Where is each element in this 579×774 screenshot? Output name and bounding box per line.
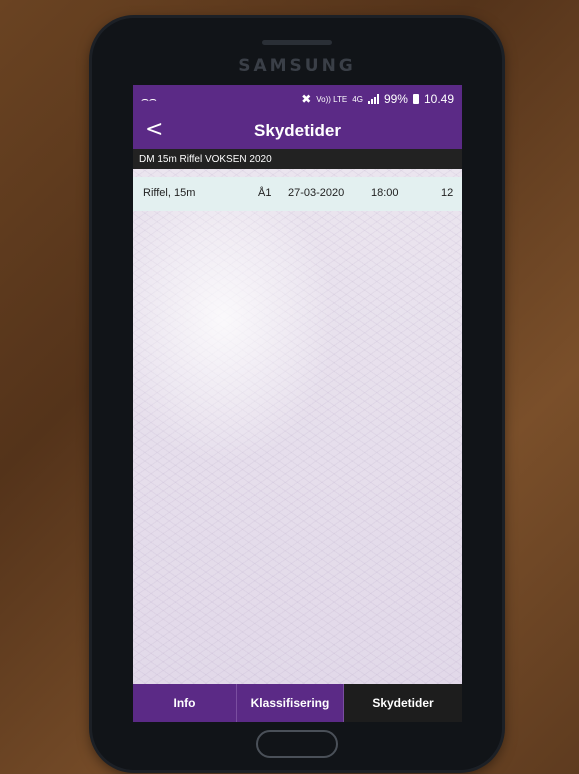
home-button[interactable] xyxy=(256,730,338,758)
app-bar: < Skydetider xyxy=(133,113,462,149)
status-bar: ⌢⌢ ✖ Vo)) LTE 4G 99% 10.49 xyxy=(133,85,462,113)
page-title: Skydetider xyxy=(254,121,341,140)
voicemail-icon: ⌢⌢ xyxy=(141,91,157,106)
mute-icon: ✖ xyxy=(301,92,312,106)
speaker-grille xyxy=(262,40,332,45)
volte-indicator: Vo)) LTE xyxy=(316,94,348,104)
number-cell: 12 xyxy=(441,187,454,199)
class-cell: Å1 xyxy=(258,187,272,199)
schedule-list: Riffel, 15m Å1 27-03-2020 18:00 12 xyxy=(133,169,462,684)
device-brand: SAMSUNG xyxy=(238,56,356,76)
time-cell: 18:00 xyxy=(371,187,399,199)
list-item[interactable]: Riffel, 15m Å1 27-03-2020 18:00 12 xyxy=(133,177,462,211)
screen: ⌢⌢ ✖ Vo)) LTE 4G 99% 10.49 < Skydetider … xyxy=(133,85,462,722)
tab-skydetider[interactable]: Skydetider xyxy=(344,684,462,722)
bottom-tab-bar: Info Klassifisering Skydetider xyxy=(133,684,462,722)
battery-icon xyxy=(412,94,419,104)
phone-frame: SAMSUNG ⌢⌢ ✖ Vo)) LTE 4G 99% 10.49 < Sky… xyxy=(92,18,502,770)
battery-percent: 99% xyxy=(383,92,408,106)
network-indicator: 4G xyxy=(352,94,363,104)
date-cell: 27-03-2020 xyxy=(288,187,345,199)
tab-klassifisering[interactable]: Klassifisering xyxy=(237,684,344,722)
tab-info[interactable]: Info xyxy=(133,684,237,722)
status-right: ✖ Vo)) LTE 4G 99% 10.49 xyxy=(301,92,454,106)
signal-icon xyxy=(367,94,379,104)
competition-header: DM 15m Riffel VOKSEN 2020 xyxy=(133,149,462,169)
clock: 10.49 xyxy=(423,92,454,106)
back-arrow-icon[interactable]: < xyxy=(145,118,163,142)
discipline-cell: Riffel, 15m xyxy=(143,187,196,199)
